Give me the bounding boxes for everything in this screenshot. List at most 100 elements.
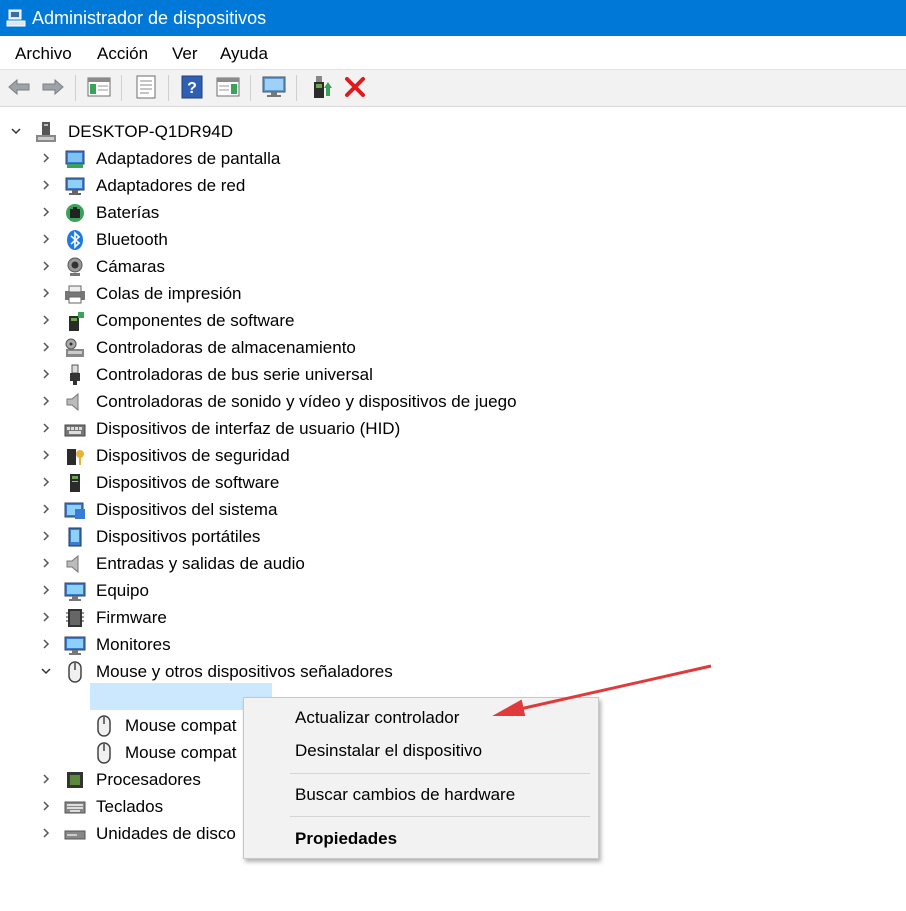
chevron-right-icon[interactable] bbox=[40, 368, 52, 380]
tree-item-category-12[interactable]: Dispositivos de software bbox=[40, 469, 600, 496]
chevron-right-icon[interactable] bbox=[40, 314, 52, 326]
tree-item-category-7[interactable]: Controladoras de almacenamiento bbox=[40, 334, 600, 361]
portable-device-icon bbox=[68, 527, 82, 547]
chevron-right-icon[interactable] bbox=[40, 476, 52, 488]
help-icon[interactable]: ? bbox=[179, 74, 205, 100]
processor-icon bbox=[67, 772, 83, 788]
computer-monitor-icon[interactable] bbox=[261, 74, 287, 100]
tree-item-label: Baterías bbox=[96, 203, 160, 222]
tree-item-category-8[interactable]: Controladoras de bus serie universal bbox=[40, 361, 600, 388]
speaker-icon bbox=[66, 392, 79, 412]
chevron-right-icon[interactable] bbox=[40, 557, 52, 569]
usb-icon bbox=[70, 364, 80, 385]
chevron-right-icon[interactable] bbox=[40, 800, 52, 812]
back-arrow-icon[interactable] bbox=[6, 74, 32, 100]
keyboard-icon bbox=[64, 801, 86, 814]
tree-item-category-18[interactable]: Monitores bbox=[40, 631, 600, 658]
system-device-icon bbox=[64, 502, 85, 519]
chevron-right-icon[interactable] bbox=[40, 287, 52, 299]
computer-icon bbox=[36, 122, 56, 142]
tree-item-label: Mouse y otros dispositivos señaladores bbox=[96, 662, 393, 681]
chevron-right-icon[interactable] bbox=[40, 827, 52, 839]
chevron-down-icon[interactable] bbox=[40, 665, 52, 677]
network-adapter-icon bbox=[65, 177, 85, 195]
chevron-right-icon[interactable] bbox=[40, 179, 52, 191]
tree-item-label: Entradas y salidas de audio bbox=[96, 554, 305, 573]
printer-icon bbox=[65, 285, 85, 304]
tree-root[interactable]: DESKTOP-Q1DR94D bbox=[10, 118, 310, 145]
update-driver-menu-item[interactable]: Actualizar controlador bbox=[244, 703, 598, 733]
chevron-right-icon[interactable] bbox=[40, 260, 52, 272]
action-pane-icon[interactable] bbox=[215, 74, 241, 100]
chevron-right-icon[interactable] bbox=[40, 152, 52, 164]
properties-icon[interactable] bbox=[133, 74, 159, 100]
tree-item-label: Mouse compat bbox=[125, 716, 237, 735]
tree-item-category-5[interactable]: Colas de impresión bbox=[40, 280, 600, 307]
tree-item-label: Controladoras de bus serie universal bbox=[96, 365, 373, 384]
chevron-right-icon[interactable] bbox=[40, 773, 52, 785]
menu-archivo[interactable]: Archivo bbox=[15, 44, 72, 64]
tree-item-label: Dispositivos de software bbox=[96, 473, 280, 492]
toolbar-separator bbox=[121, 75, 122, 101]
monitor-icon bbox=[64, 636, 86, 655]
tree-item-category-19[interactable]: Mouse y otros dispositivos señaladores bbox=[40, 658, 600, 685]
tree-item-label: Cámaras bbox=[96, 257, 165, 276]
device-manager-app-icon bbox=[6, 9, 26, 27]
tree-item-label: Adaptadores de red bbox=[96, 176, 246, 195]
tree-item-category-2[interactable]: Baterías bbox=[40, 199, 600, 226]
toolbar-separator bbox=[250, 75, 251, 101]
scan-hardware-menu-item[interactable]: Buscar cambios de hardware bbox=[244, 780, 598, 810]
svg-text:?: ? bbox=[187, 80, 197, 97]
bluetooth-icon bbox=[67, 230, 83, 250]
tree-item-category-17[interactable]: Firmware bbox=[40, 604, 600, 631]
chevron-right-icon[interactable] bbox=[40, 206, 52, 218]
menu-ayuda[interactable]: Ayuda bbox=[220, 44, 268, 64]
chevron-right-icon[interactable] bbox=[40, 638, 52, 650]
tree-item-category-13[interactable]: Dispositivos del sistema bbox=[40, 496, 600, 523]
tree-item-category-4[interactable]: Cámaras bbox=[40, 253, 600, 280]
chevron-right-icon[interactable] bbox=[40, 422, 52, 434]
software-component-icon bbox=[69, 312, 84, 331]
tree-item-category-14[interactable]: Dispositivos portátiles bbox=[40, 523, 600, 550]
chevron-right-icon[interactable] bbox=[40, 395, 52, 407]
menu-accion[interactable]: Acción bbox=[97, 44, 148, 64]
chevron-down-icon[interactable] bbox=[10, 125, 22, 137]
tree-item-label: Dispositivos del sistema bbox=[96, 500, 278, 519]
tree-item-label: Colas de impresión bbox=[96, 284, 242, 303]
chevron-right-icon[interactable] bbox=[40, 530, 52, 542]
tree-item-label: Teclados bbox=[96, 797, 164, 816]
chevron-right-icon[interactable] bbox=[40, 341, 52, 353]
toolbar-separator bbox=[296, 75, 297, 101]
menu-ver[interactable]: Ver bbox=[172, 44, 198, 64]
uninstall-device-menu-item[interactable]: Desinstalar el dispositivo bbox=[244, 736, 598, 766]
tree-item-label: Controladoras de almacenamiento bbox=[96, 338, 356, 357]
menu-separator bbox=[290, 816, 590, 817]
security-key-icon bbox=[67, 449, 84, 465]
tree-item-label: Firmware bbox=[96, 608, 167, 627]
tree-item-category-3[interactable]: Bluetooth bbox=[40, 226, 600, 253]
mouse-icon bbox=[97, 742, 111, 764]
update-driver-icon[interactable] bbox=[309, 74, 335, 100]
chevron-right-icon[interactable] bbox=[40, 503, 52, 515]
tree-item-category-0[interactable]: Adaptadores de pantalla bbox=[40, 145, 600, 172]
chevron-right-icon[interactable] bbox=[40, 449, 52, 461]
chevron-right-icon[interactable] bbox=[40, 233, 52, 245]
chevron-right-icon[interactable] bbox=[40, 584, 52, 596]
tree-item-label: Unidades de disco bbox=[96, 824, 236, 843]
toolbar-separator bbox=[75, 75, 76, 101]
chip-icon bbox=[66, 609, 84, 627]
uninstall-x-icon[interactable] bbox=[342, 74, 368, 100]
tree-item-category-1[interactable]: Adaptadores de red bbox=[40, 172, 600, 199]
tree-item-label: Dispositivos de seguridad bbox=[96, 446, 290, 465]
tree-item-category-6[interactable]: Componentes de software bbox=[40, 307, 600, 334]
forward-arrow-icon[interactable] bbox=[40, 74, 66, 100]
tree-item-category-10[interactable]: Dispositivos de interfaz de usuario (HID… bbox=[40, 415, 600, 442]
show-hide-console-tree-icon[interactable] bbox=[86, 74, 112, 100]
tree-item-category-15[interactable]: Entradas y salidas de audio bbox=[40, 550, 600, 577]
chevron-right-icon[interactable] bbox=[40, 611, 52, 623]
properties-menu-item[interactable]: Propiedades bbox=[244, 824, 598, 854]
tree-item-label: Equipo bbox=[96, 581, 149, 600]
tree-item-category-16[interactable]: Equipo bbox=[40, 577, 600, 604]
tree-item-category-9[interactable]: Controladoras de sonido y vídeo y dispos… bbox=[40, 388, 600, 415]
tree-item-category-11[interactable]: Dispositivos de seguridad bbox=[40, 442, 600, 469]
